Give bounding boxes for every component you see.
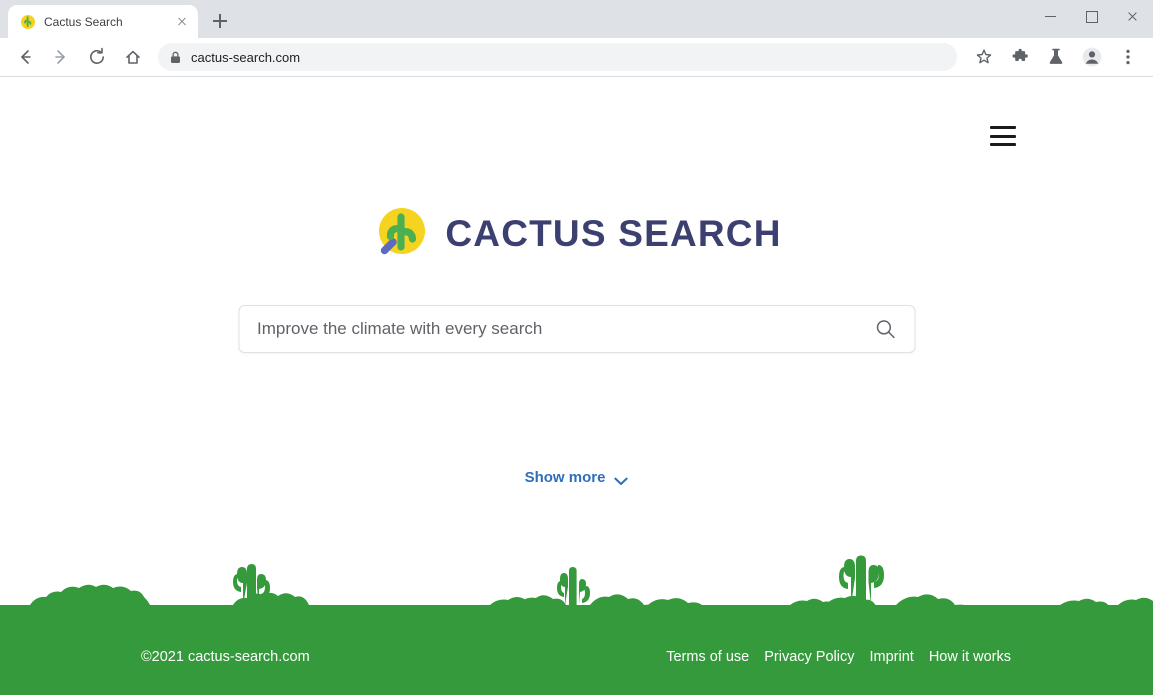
chevron-down-icon[interactable]	[614, 473, 629, 485]
tab-title: Cactus Search	[44, 14, 123, 29]
search-magnifier-icon[interactable]	[874, 318, 896, 340]
search-input[interactable]	[257, 319, 874, 339]
site-logo: CACTUS SEARCH	[0, 205, 1153, 263]
hamburger-bar	[990, 134, 1016, 138]
home-icon[interactable]	[119, 43, 147, 71]
browser-window: Cactus Search cactus-search.com CACTUS S…	[0, 0, 1153, 695]
search-box[interactable]	[238, 305, 915, 353]
address-bar[interactable]: cactus-search.com	[158, 43, 957, 71]
cactus-favicon-icon	[20, 14, 36, 30]
tab-strip: Cactus Search	[0, 0, 234, 38]
new-tab-button[interactable]	[206, 7, 234, 35]
cactus-magnifier-logo-icon	[371, 205, 429, 263]
page-content: CACTUS SEARCH Show more	[0, 77, 1153, 695]
back-arrow-icon[interactable]	[11, 43, 39, 71]
browser-toolbar: cactus-search.com	[0, 38, 1153, 77]
logo-text: CACTUS SEARCH	[445, 213, 782, 254]
show-more-label: Show more	[524, 469, 606, 486]
copyright-text: ©2021 cactus-search.com	[141, 648, 310, 665]
browser-tab[interactable]: Cactus Search	[8, 5, 198, 38]
footer-links: Terms of use Privacy Policy Imprint How …	[666, 649, 1011, 665]
footer-link-how-it-works[interactable]: How it works	[929, 649, 1011, 665]
lock-icon	[170, 51, 181, 64]
window-minimize-button[interactable]	[1030, 0, 1071, 32]
window-maximize-button[interactable]	[1071, 0, 1112, 32]
window-close-button[interactable]	[1112, 0, 1153, 32]
profile-avatar-icon[interactable]	[1078, 43, 1106, 71]
flask-icon[interactable]	[1042, 43, 1070, 71]
hamburger-menu-icon[interactable]	[990, 126, 1016, 146]
page-footer: ©2021 cactus-search.com Terms of use Pri…	[0, 618, 1153, 695]
puzzle-piece-icon[interactable]	[1006, 43, 1034, 71]
browser-titlebar: Cactus Search	[0, 0, 1153, 38]
hamburger-bar	[990, 126, 1016, 129]
window-controls	[1030, 0, 1153, 32]
hamburger-bar	[990, 143, 1016, 146]
star-icon[interactable]	[970, 43, 998, 71]
footer-link-imprint[interactable]: Imprint	[869, 649, 913, 665]
reload-icon[interactable]	[83, 43, 111, 71]
url-text: cactus-search.com	[191, 49, 301, 65]
tab-close-icon[interactable]	[174, 14, 190, 30]
show-more-button[interactable]: Show more	[0, 469, 1153, 486]
three-dot-menu-icon[interactable]	[1114, 43, 1142, 71]
footer-link-privacy-policy[interactable]: Privacy Policy	[764, 649, 854, 665]
forward-arrow-icon[interactable]	[47, 43, 75, 71]
footer-link-terms-of-use[interactable]: Terms of use	[666, 649, 749, 665]
desert-cactus-silhouette-icon	[0, 513, 1153, 618]
